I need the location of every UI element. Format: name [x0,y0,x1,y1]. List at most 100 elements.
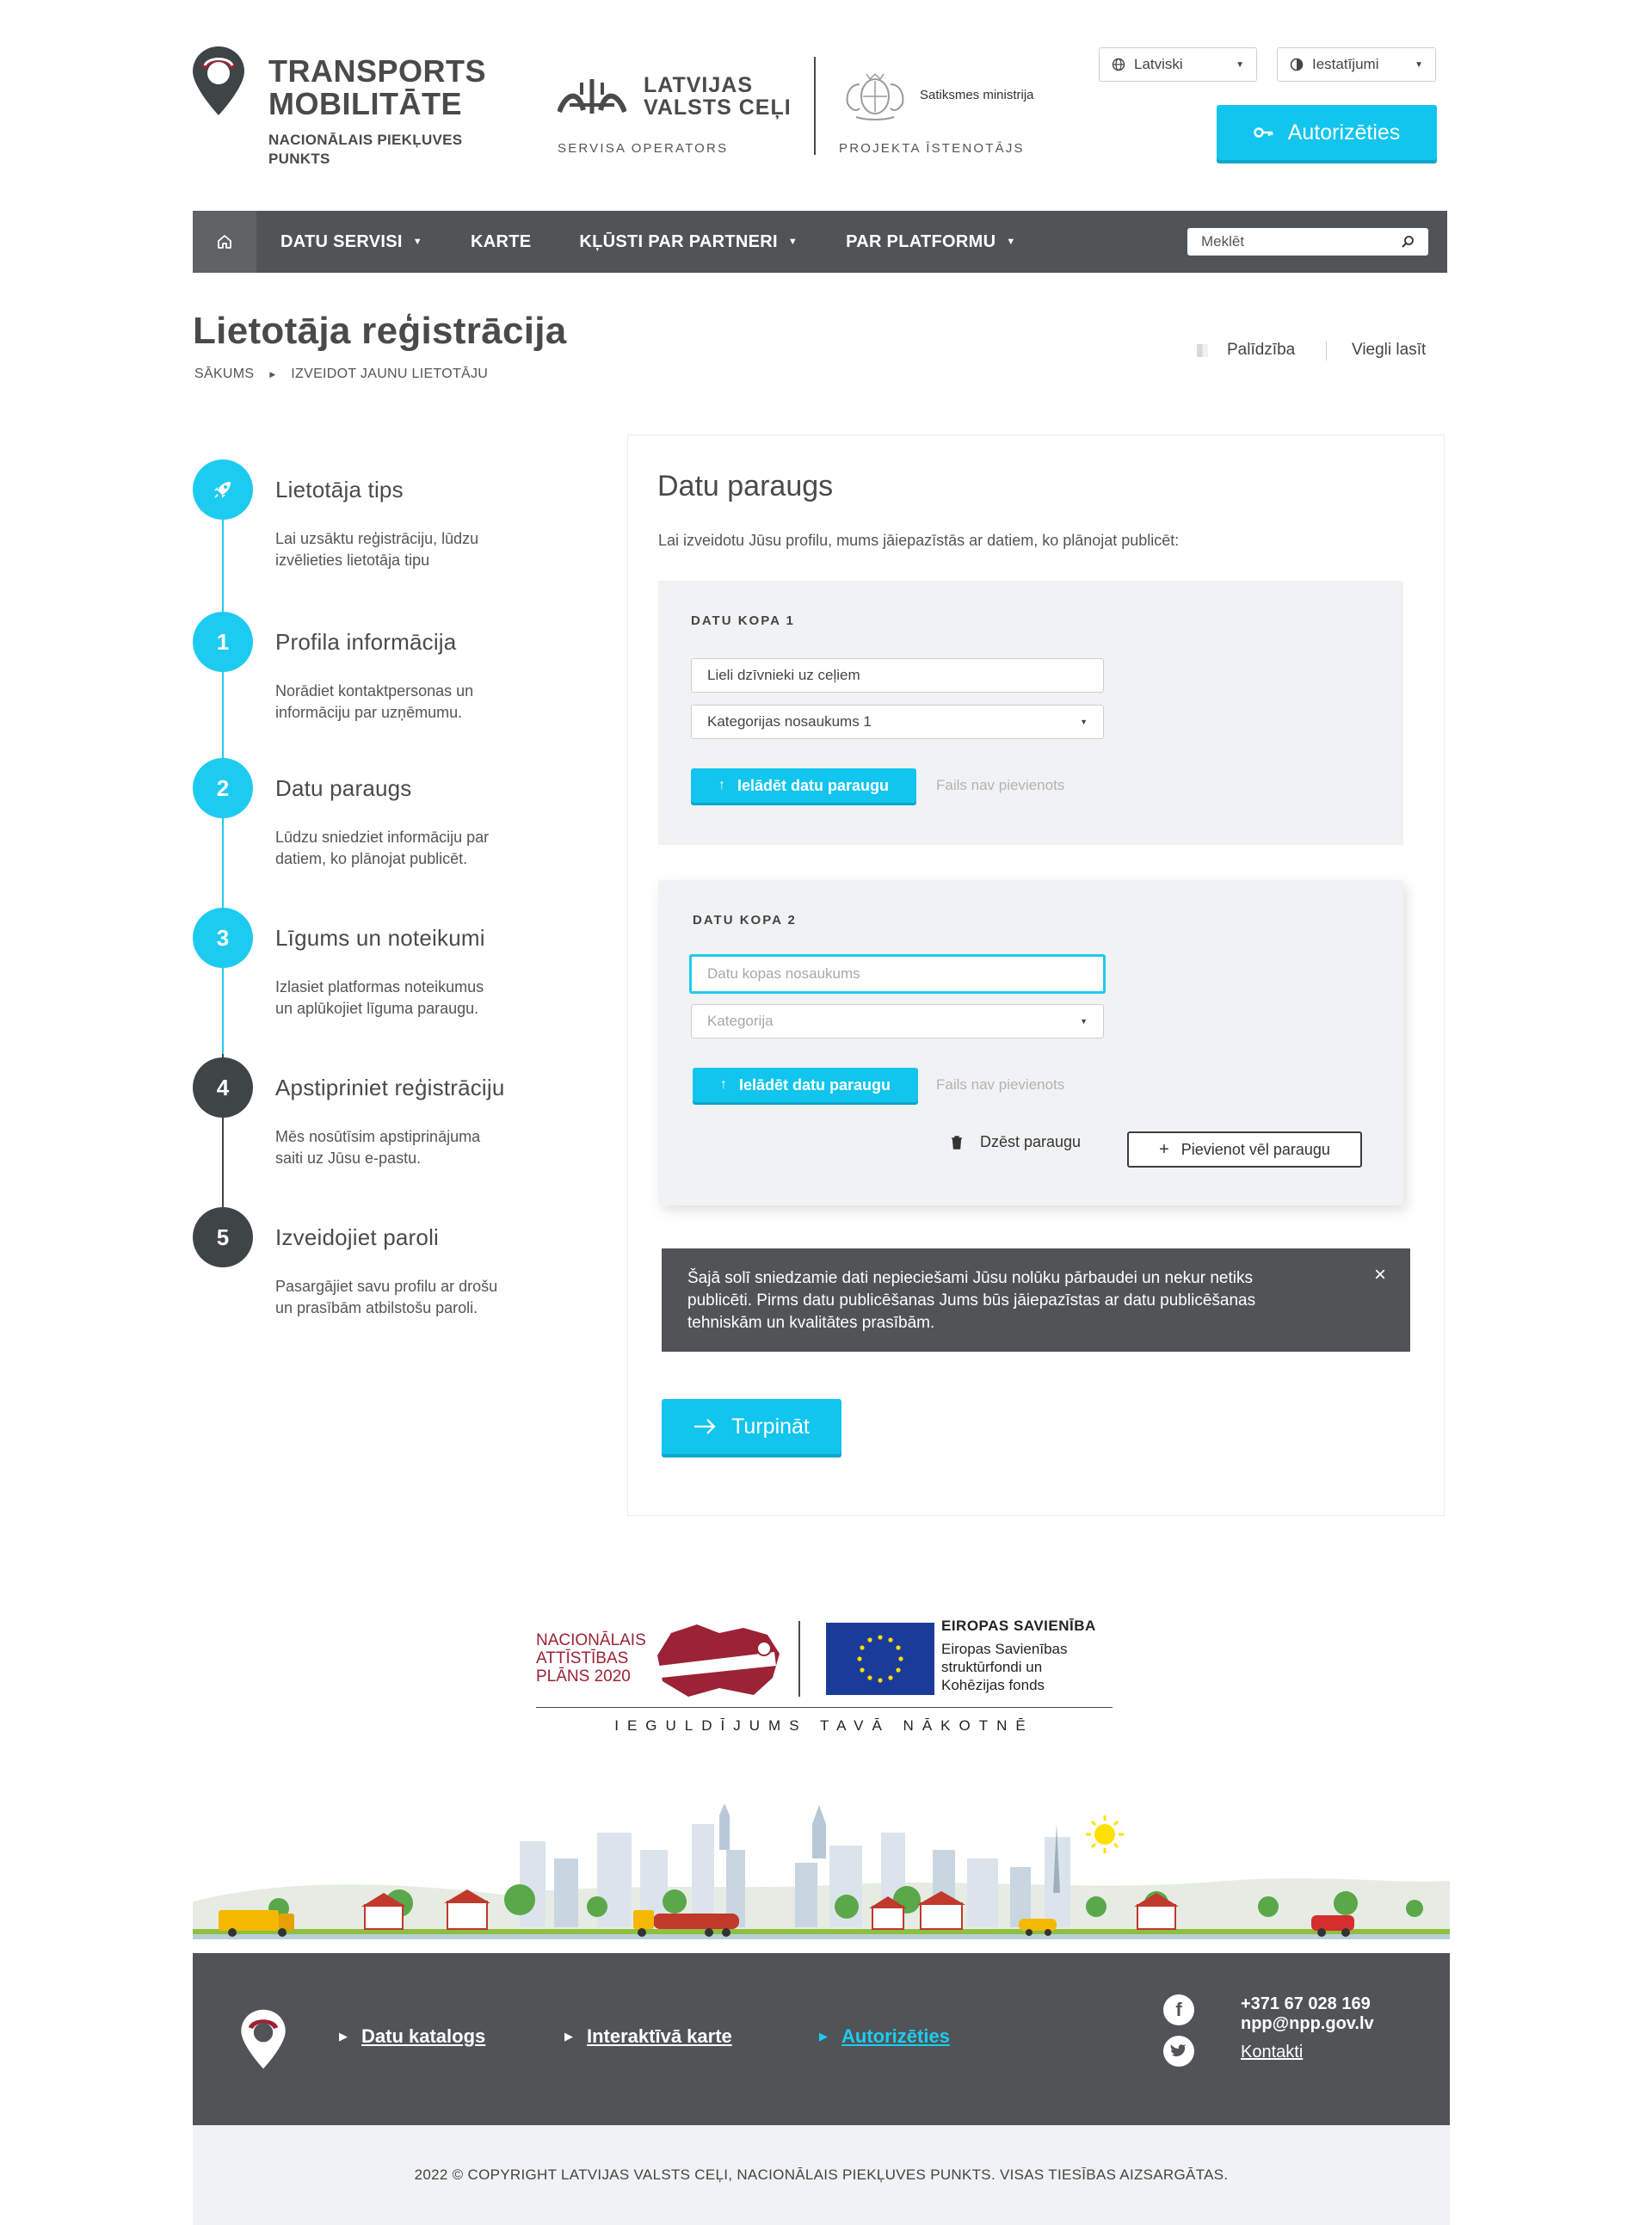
step-desc-line2: un prasībām atbilstošu paroli. [275,1299,478,1316]
step-desc-line1: Pasargājiet savu profilu ar drošu [275,1278,498,1295]
nav-item-about-platform[interactable]: PAR PLATFORMU ▼ [822,211,1039,273]
data-set-1: DATU KOPA 1 Lieli dzīvnieki uz ceļiem Ka… [658,581,1403,845]
easy-read-link[interactable]: Viegli lasīt [1352,341,1426,360]
eu-divider [798,1621,800,1697]
upload-label: Ielādēt datu paraugu [738,1076,891,1094]
breadcrumb-home[interactable]: SĀKUMS [194,367,254,382]
step-desc-line2: un aplūkojiet līguma paraugu. [275,1000,479,1017]
eu-funding-banner: NACIONĀLAIS ATTĪSTĪBAS PLĀNS 2020 EIROPA… [533,1618,1119,1747]
step-desc-line1: Izlasiet platformas noteikumus [275,978,484,995]
form-description: Lai izveidotu Jūsu profilu, mums jāiepaz… [658,532,1180,549]
step-title: Profila informācija [275,629,457,655]
step-desc-line1: Mēs nosūtīsim apstiprinājuma [275,1128,481,1145]
logo-title-line2: MOBILITĀTE [268,86,462,121]
search-placeholder: Meklēt [1201,233,1245,250]
logo-subtitle-line1: NACIONĀLAIS PIEKĻUVES [268,132,463,148]
step-desc-line1: Lūdzu sniedziet informāciju par [275,829,490,846]
info-notice: Šajā solī sniedzamie dati nepieciešami J… [662,1248,1410,1352]
chevron-down-icon: ▼ [1415,59,1423,70]
breadcrumb-current: IZVEIDOT JAUNU LIETOTĀJU [291,367,489,381]
language-select[interactable]: Latviski ▼ [1099,47,1257,82]
latvia-map-flag-icon [657,1624,780,1697]
eu-line3: Kohēzijas fonds [941,1677,1045,1693]
footer-phone[interactable]: +371 67 028 169 [1241,1994,1374,2014]
help-divider [1326,342,1327,361]
footer-link-interactive-map[interactable]: ▶ Interaktīvā karte [564,2025,732,2048]
delete-label: Dzēst paraugu [980,1133,1082,1150]
eu-title: EIROPAS SAVIENĪBA [941,1618,1096,1634]
continue-button[interactable]: Turpināt [662,1399,841,1454]
step-profile-info[interactable]: 1 Profila informācija Norādiet kontaktpe… [193,612,571,732]
lvc-caption: SERVISA OPERATORS [558,141,729,156]
step-confirm-registration[interactable]: 4 Apstipriniet reģistrāciju Mēs nosūtīsi… [193,1057,571,1178]
step-desc-line2: datiem, ko plānojat publicēt. [275,850,468,867]
footer-logo-icon[interactable] [239,2008,287,2070]
step-agreement[interactable]: 3 Līgums un noteikumi Izlasiet platforma… [193,908,571,1028]
page-title: Lietotāja reģistrācija [193,310,567,352]
lvc-partner-logo[interactable]: LATVIJAS VALSTS CEĻI SERVISA OPERATORS [558,71,816,165]
footer-link-login[interactable]: ▶ Autorizēties [819,2025,950,2048]
footer-copyright-bar: 2022 © COPYRIGHT LATVIJAS VALSTS CEĻI, N… [193,2125,1450,2225]
chevron-down-icon: ▼ [787,237,798,247]
arrow-right-icon [694,1419,716,1434]
data-set-label: DATU KOPA 2 [693,913,797,928]
step-marker: 2 [193,758,253,818]
step-desc-line2: informāciju par uzņēmumu. [275,704,463,721]
chevron-down-icon: ▼ [1006,237,1016,247]
step-desc-line2: izvēlieties lietotāja tipu [275,552,430,569]
login-button[interactable]: Autorizēties [1217,105,1437,160]
upload-label: Ielādēt datu paraugu [737,776,890,794]
category-select[interactable]: Kategorijas nosaukums 1 ▼ [691,705,1104,739]
help-link[interactable]: Palīdzība [1197,341,1295,360]
contrast-icon [1290,58,1304,71]
nav-item-map[interactable]: KARTE [447,211,555,273]
nav-item-become-partner[interactable]: KĻŪSTI PAR PARTNERI ▼ [555,211,822,273]
upload-sample-button[interactable]: ↑ Ielādēt datu paraugu [693,1068,918,1102]
footer-email[interactable]: npp@npp.gov.lv [1241,2014,1374,2034]
category-select[interactable]: Kategorija ▼ [691,1004,1104,1039]
ministry-logo[interactable]: Satiksmes ministrija PROJEKTA ĪSTENOTĀJS [839,67,1063,162]
chevron-down-icon: ▼ [1236,59,1244,70]
twitter-icon[interactable] [1163,2036,1194,2067]
header-divider [814,57,816,155]
data-set-name-input[interactable]: Datu kopas nosaukums [689,954,1106,994]
step-user-type[interactable]: Lietotāja tips Lai uzsāktu reģistrāciju,… [193,459,571,580]
copyright-text: 2022 © COPYRIGHT LATVIJAS VALSTS CEĻI, N… [414,2166,1229,2183]
nap-line1: NACIONĀLAIS [536,1631,646,1649]
nav-item-data-services[interactable]: DATU SERVISI ▼ [256,211,447,273]
footer-link-data-catalog[interactable]: ▶ Datu katalogs [339,2025,485,2048]
footer-link-label: Datu katalogs [361,2025,486,2047]
step-title: Apstipriniet reģistrāciju [275,1075,505,1100]
breadcrumb: SĀKUMS ▶ IZVEIDOT JAUNU LIETOTĀJU [194,367,488,382]
twitter-bird-icon [1170,2044,1187,2056]
site-logo[interactable]: TRANSPORTS MOBILITĀTE NACIONĀLAIS PIEKĻU… [191,45,518,174]
search-icon[interactable] [1401,235,1415,249]
add-sample-button[interactable]: + Pievienot vēl paraugu [1127,1131,1362,1168]
notice-line2: publicēti. Pirms datu publicēšanas Jums … [687,1291,1256,1310]
nav-item-label: KARTE [470,231,532,251]
settings-label: Iestatījumi [1312,56,1379,72]
search-input[interactable]: Meklēt [1187,228,1428,256]
input-value: Lieli dzīvnieki uz ceļiem [707,667,860,683]
delete-sample-button[interactable]: Dzēst paraugu [951,1133,1081,1151]
slogan-line [536,1707,1113,1708]
close-icon[interactable]: × [1374,1264,1386,1286]
upload-sample-button[interactable]: ↑ Ielādēt datu paraugu [691,768,916,803]
continue-label: Turpināt [731,1414,810,1439]
eu-line1: Eiropas Savienības [941,1641,1068,1657]
data-set-name-input[interactable]: Lieli dzīvnieki uz ceļiem [691,658,1104,693]
data-set-2: DATU KOPA 2 Datu kopas nosaukums Kategor… [658,880,1403,1205]
footer-contacts-link[interactable]: Kontakti [1241,2043,1303,2062]
play-arrow-icon: ▶ [564,2030,573,2043]
footer-link-label: Interaktīvā karte [587,2025,732,2047]
input-placeholder: Datu kopas nosaukums [707,965,860,982]
globe-icon [1112,58,1125,71]
home-button[interactable] [193,211,256,273]
facebook-icon[interactable]: f [1163,1994,1194,2025]
step-create-password[interactable]: 5 Izveidojiet paroli Pasargājiet savu pr… [193,1207,571,1328]
chevron-down-icon: ▼ [1080,1017,1088,1026]
coat-of-arms-icon [846,72,904,120]
step-data-sample[interactable]: 2 Datu paraugs Lūdzu sniedziet informāci… [193,758,571,878]
step-desc-line1: Norādiet kontaktpersonas un [275,682,474,700]
settings-select[interactable]: Iestatījumi ▼ [1277,47,1436,82]
